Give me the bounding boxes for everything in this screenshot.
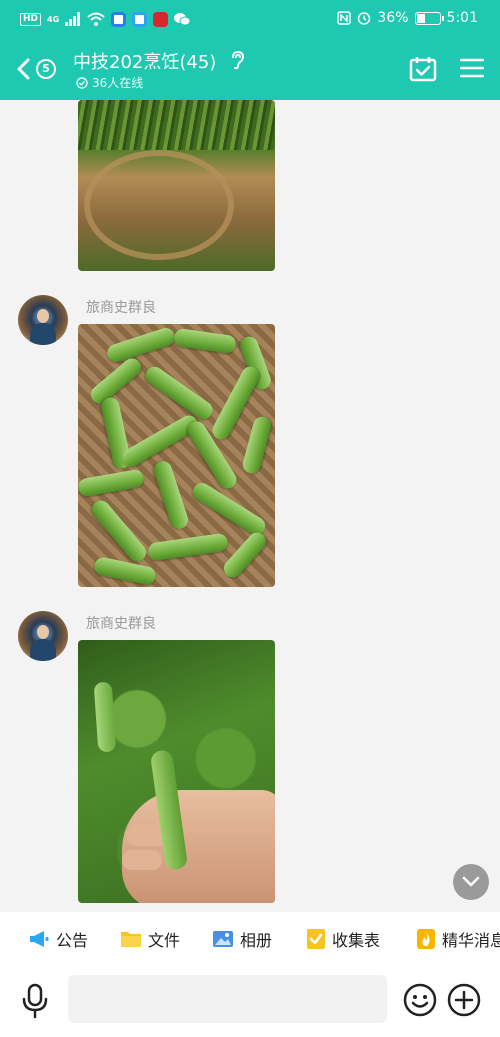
feature-files[interactable]: 文件: [120, 927, 180, 951]
scroll-to-bottom-button[interactable]: [453, 864, 489, 900]
earpiece-mode-icon[interactable]: [229, 50, 245, 70]
feature-label: 收集表: [332, 931, 381, 950]
sender-name[interactable]: 旅商史群良: [86, 297, 156, 317]
megaphone-icon: [30, 931, 49, 947]
sender-name[interactable]: 旅商史群良: [86, 613, 156, 633]
chat-header: HD 4G 36% 5:01 5 中技202烹饪(45) 36人在线: [0, 0, 500, 100]
avatar[interactable]: [18, 611, 68, 661]
network-4g-badge: 4G: [47, 14, 60, 24]
online-check-icon: [76, 76, 88, 89]
avatar-face: [37, 625, 49, 639]
image-content: [78, 468, 146, 498]
image-content: [141, 363, 217, 423]
image-content: [240, 414, 274, 476]
image-content: [173, 327, 237, 355]
feature-label: 精华消息: [442, 931, 500, 950]
avatar[interactable]: [18, 295, 68, 345]
chevron-left-icon: [17, 58, 30, 80]
back-button[interactable]: 5: [16, 54, 66, 84]
online-count: 36人在线: [92, 76, 144, 90]
feature-label: 公告: [56, 931, 89, 950]
status-bar: HD 4G 36% 5:01: [0, 0, 500, 36]
message-input[interactable]: [68, 975, 387, 1023]
image-content: [92, 555, 158, 587]
checklist-icon: [307, 929, 325, 949]
message-image[interactable]: [78, 324, 275, 587]
feature-announcement[interactable]: 公告: [28, 927, 88, 951]
cloud-app-icon: [132, 11, 148, 27]
avatar-body: [30, 639, 56, 661]
feature-essence-messages[interactable]: 精华消息: [416, 927, 500, 951]
battery-level: [416, 13, 426, 23]
news-app-icon: [153, 11, 169, 27]
message-image[interactable]: [78, 640, 275, 903]
message-image[interactable]: [78, 100, 275, 271]
menu-icon[interactable]: [460, 57, 484, 79]
page-title[interactable]: 中技202烹饪(45): [73, 48, 216, 74]
feature-label: 文件: [148, 931, 181, 950]
message-list[interactable]: 旅商史群良 旅商史群良: [0, 100, 500, 912]
flame-icon: [417, 929, 435, 949]
clock: 5:01: [446, 10, 478, 26]
image-content: [84, 150, 234, 260]
group-feature-bar[interactable]: 公告 文件 相册 收集表 精华消息: [0, 912, 500, 966]
status-left: HD 4G: [20, 10, 191, 28]
image-content: [93, 681, 117, 753]
image-content: [122, 790, 275, 903]
image-content: [88, 496, 150, 566]
image-content: [78, 100, 275, 150]
status-right: 36% 5:01: [337, 9, 478, 27]
signal-icon: [65, 12, 81, 26]
image-content: [151, 458, 191, 532]
photo-album-icon: [213, 931, 233, 947]
nfc-icon: [337, 11, 352, 25]
wifi-icon: [87, 12, 105, 26]
image-content: [147, 532, 229, 562]
alarm-icon: [358, 12, 371, 25]
online-status: 36人在线: [76, 74, 143, 91]
image-content: [104, 325, 178, 365]
image-content: [122, 850, 162, 870]
unread-count-badge: 5: [36, 59, 56, 79]
folder-icon: [121, 932, 141, 947]
feature-album[interactable]: 相册: [212, 927, 272, 951]
calendar-check-icon[interactable]: [409, 56, 437, 82]
feature-label: 相册: [240, 931, 273, 950]
avatar-face: [37, 309, 49, 323]
plus-icon[interactable]: [447, 983, 481, 1017]
hd-badge: HD: [20, 12, 42, 26]
battery-percent: 36%: [377, 10, 409, 26]
battery-icon: [414, 11, 444, 25]
microphone-icon[interactable]: [21, 983, 49, 1019]
wechat-icon: [174, 13, 191, 26]
avatar-body: [30, 323, 56, 345]
image-content: [220, 528, 270, 582]
chevron-down-icon: [462, 876, 480, 887]
emoji-icon[interactable]: [403, 983, 437, 1017]
input-bar: [0, 966, 500, 1037]
shield-app-icon: [111, 11, 127, 27]
feature-collection-form[interactable]: 收集表: [306, 927, 380, 951]
